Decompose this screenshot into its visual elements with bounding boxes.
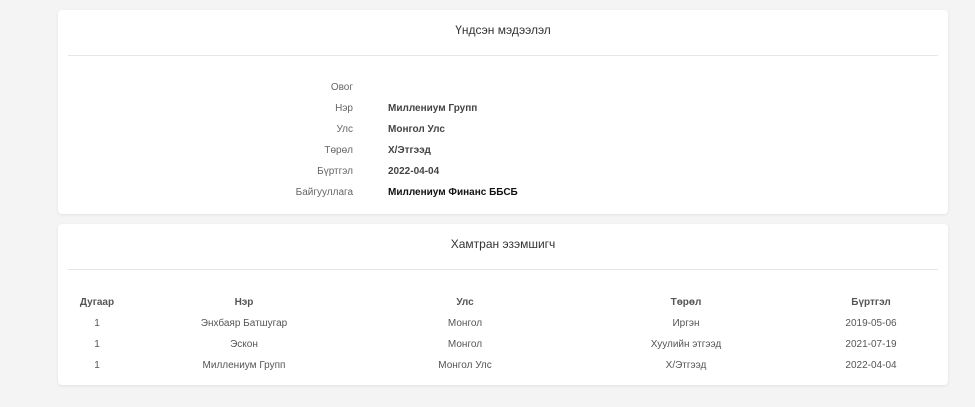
cell-name: Эскон	[230, 339, 258, 350]
column-header-name: Нэр	[234, 297, 254, 308]
cell-name: Миллениум Групп	[202, 360, 286, 371]
column-header-registration: Бүртгэл	[851, 297, 891, 308]
cell-registration: 2021-07-19	[845, 339, 897, 350]
cell-type: Х/Этгээд	[665, 360, 707, 371]
info-row-registration: Бүртгэл 2022-04-04	[58, 166, 948, 187]
cell-country: Монгол	[447, 339, 483, 350]
co-owners-divider	[68, 269, 938, 270]
info-value: Монгол Улс	[388, 124, 445, 135]
info-row-country: Улс Монгол Улс	[58, 124, 948, 145]
cell-number: 1	[94, 318, 100, 329]
cell-name: Энхбаяр Батшугар	[200, 318, 288, 329]
info-label: Нэр	[335, 103, 353, 114]
basic-info-divider	[68, 55, 938, 56]
table-header-row: Дугаар Нэр Улс Төрөл Бүртгэл	[58, 292, 948, 313]
info-value: Миллениум Финанс ББСБ	[388, 187, 518, 198]
info-value: Миллениум Групп	[388, 103, 478, 114]
cell-number: 1	[94, 360, 100, 371]
co-owners-title: Хамтран эзэмшигч	[450, 237, 556, 251]
cell-type: Хуулийн этгээд	[650, 339, 722, 350]
info-row-organization: Байгууллага Миллениум Финанс ББСБ	[58, 187, 948, 208]
cell-type: Иргэн	[672, 318, 700, 329]
co-owners-table: Дугаар Нэр Улс Төрөл Бүртгэл 1 Энхбаяр Б…	[58, 292, 948, 376]
info-label: Улс	[336, 124, 353, 135]
table-row: 1 Энхбаяр Батшугар Монгол Иргэн 2019-05-…	[58, 313, 948, 334]
column-header-type: Төрөл	[670, 297, 702, 308]
table-row: 1 Эскон Монгол Хуулийн этгээд 2021-07-19	[58, 334, 948, 355]
basic-info-card: Үндсэн мэдээлэл Овог Нэр Миллениум Групп…	[58, 10, 948, 214]
info-label: Байгууллага	[295, 187, 353, 198]
info-label: Төрөл	[324, 145, 353, 156]
cell-registration: 2022-04-04	[845, 360, 897, 371]
info-value: Х/Этгээд	[388, 145, 431, 156]
info-row-surname: Овог	[58, 82, 948, 103]
cell-country: Монгол Улс	[438, 360, 492, 371]
co-owners-card: Хамтран эзэмшигч Дугаар Нэр Улс Төрөл Бү…	[58, 224, 948, 385]
info-label: Бүртгэл	[317, 166, 353, 177]
basic-info-title: Үндсэн мэдээлэл	[455, 23, 551, 37]
cell-registration: 2019-05-06	[845, 318, 897, 329]
column-header-number: Дугаар	[79, 297, 115, 308]
column-header-country: Улс	[456, 297, 474, 308]
cell-number: 1	[94, 339, 100, 350]
table-row: 1 Миллениум Групп Монгол Улс Х/Этгээд 20…	[58, 355, 948, 376]
info-value: 2022-04-04	[388, 166, 440, 177]
info-row-type: Төрөл Х/Этгээд	[58, 145, 948, 166]
info-row-name: Нэр Миллениум Групп	[58, 103, 948, 124]
basic-info-list: Овог Нэр Миллениум Групп Улс Монгол Улс …	[58, 82, 948, 208]
info-label: Овог	[330, 82, 353, 93]
cell-country: Монгол	[447, 318, 483, 329]
